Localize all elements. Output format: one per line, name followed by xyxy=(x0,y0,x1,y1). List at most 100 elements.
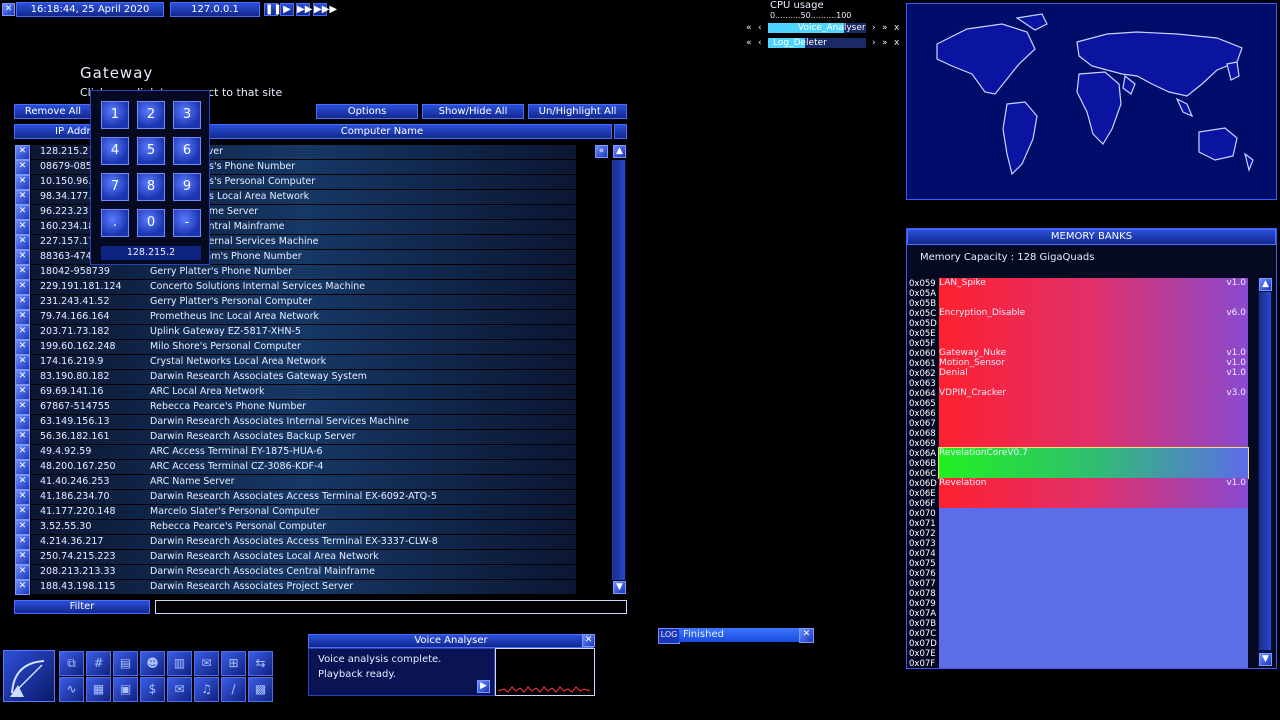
memory-scrollbar-thumb[interactable] xyxy=(1259,292,1271,650)
link-row[interactable]: ✕ 41.186.234.70 Darwin Research Associates… xyxy=(14,490,579,505)
memory-segment[interactable]: Motion_Sensor v1.0 xyxy=(939,358,1248,368)
delete-link-icon[interactable]: ✕ xyxy=(15,460,30,475)
keypad-key[interactable]: 7 xyxy=(101,173,129,201)
delete-link-icon[interactable]: ✕ xyxy=(15,205,30,220)
kill-process-button[interactable]: x xyxy=(894,38,899,48)
play-button[interactable]: ▶ xyxy=(280,3,294,16)
delete-link-icon[interactable]: ✕ xyxy=(15,445,30,460)
link-row[interactable]: ✕ 229.191.181.124 Concerto Solutions Inter… xyxy=(14,280,579,295)
unhighlight-all-button[interactable]: Un/Highlight All xyxy=(528,104,627,119)
memory-segment[interactable]: Gateway_Nuke v1.0 xyxy=(939,348,1248,358)
link-row[interactable]: ✕ 3.52.55.30 Rebecca Pearce's Personal Com… xyxy=(14,520,579,535)
delete-link-icon[interactable]: ✕ xyxy=(15,175,30,190)
speed-up-button[interactable]: » xyxy=(882,38,888,48)
delete-link-icon[interactable]: ✕ xyxy=(15,250,30,265)
link-row[interactable]: ✕ 188.43.198.115 Darwin Research Associate… xyxy=(14,580,579,595)
keypad-key[interactable]: - xyxy=(173,209,201,237)
memory-segment[interactable]: Encryption_Disable v6.0 xyxy=(939,308,1248,348)
satellite-dish-icon[interactable] xyxy=(3,650,55,702)
doc-icon[interactable]: ▦ xyxy=(86,677,111,702)
delete-link-icon[interactable]: ✕ xyxy=(15,325,30,340)
arrows-icon[interactable]: ⇆ xyxy=(248,651,273,676)
memory-segment[interactable]: RevelationCoreV0.7 xyxy=(938,447,1249,479)
link-row[interactable]: ✕ 250.74.215.223 Darwin Research Associate… xyxy=(14,550,579,565)
slow-down-button[interactable]: « xyxy=(746,23,752,33)
delete-link-icon[interactable]: ✕ xyxy=(15,340,30,355)
delete-link-icon[interactable]: ✕ xyxy=(15,550,30,565)
increase-button[interactable]: › xyxy=(872,23,876,33)
delete-link-icon[interactable]: ✕ xyxy=(15,505,30,520)
link-row[interactable]: ✕ 63.149.156.13 Darwin Research Associates… xyxy=(14,415,579,430)
person-icon[interactable]: ☻ xyxy=(140,651,165,676)
delete-link-icon[interactable]: ✕ xyxy=(15,160,30,175)
delete-link-icon[interactable]: ✕ xyxy=(15,145,30,160)
memory-segment[interactable]: LAN_Spike v1.0 xyxy=(939,278,1248,308)
memory-scrollbar[interactable] xyxy=(1258,278,1272,666)
link-row[interactable]: ✕ 174.16.219.9 Crystal Networks Local Area… xyxy=(14,355,579,370)
show-hide-all-button[interactable]: Show/Hide All xyxy=(422,104,524,119)
link-row[interactable]: ✕ 69.69.141.16 ARC Local Area Network xyxy=(14,385,579,400)
delete-link-icon[interactable]: ✕ xyxy=(15,355,30,370)
link-row[interactable]: ✕ 208.213.213.33 Darwin Research Associate… xyxy=(14,565,579,580)
keypad-key[interactable]: 8 xyxy=(137,173,165,201)
delete-link-icon[interactable]: ✕ xyxy=(15,490,30,505)
keypad-key[interactable]: 5 xyxy=(137,137,165,165)
link-row[interactable]: ✕ 49.4.92.59 ARC Access Terminal EY-1875-H… xyxy=(14,445,579,460)
increase-button[interactable]: › xyxy=(872,38,876,48)
delete-link-icon[interactable]: ✕ xyxy=(15,265,30,280)
scrollbar-thumb[interactable] xyxy=(613,160,625,580)
link-row[interactable]: ✕ 41.177.220.148 Marcelo Slater's Personal… xyxy=(14,505,579,520)
link-row[interactable]: ✕ 199.60.162.248 Milo Shore's Personal Com… xyxy=(14,340,579,355)
link-row[interactable]: ✕ 203.71.73.182 Uplink Gateway EZ-5817-XHN… xyxy=(14,325,579,340)
mail-icon[interactable]: ✉ xyxy=(194,651,219,676)
network-icon[interactable]: ⊞ xyxy=(221,651,246,676)
server-icon[interactable]: ▩ xyxy=(248,677,273,702)
keypad-key[interactable]: 9 xyxy=(173,173,201,201)
delete-link-icon[interactable]: ✕ xyxy=(15,280,30,295)
link-row[interactable]: ✕ 56.36.182.161 Darwin Research Associates… xyxy=(14,430,579,445)
delete-link-icon[interactable]: ✕ xyxy=(15,580,30,595)
world-map[interactable] xyxy=(906,3,1277,200)
delete-link-icon[interactable]: ✕ xyxy=(15,475,30,490)
memory-segment[interactable]: VDPIN_Cracker v3.0 xyxy=(939,388,1248,448)
slow-down-button[interactable]: « xyxy=(746,38,752,48)
link-row[interactable]: ✕ 231.243.41.52 Gerry Platter's Personal C… xyxy=(14,295,579,310)
link-row[interactable]: ✕ 79.74.166.164 Prometheus Inc Local Area … xyxy=(14,310,579,325)
skip-button[interactable]: ▶▶▶ xyxy=(313,3,337,16)
keypad-key[interactable]: 1 xyxy=(101,101,129,129)
keypad-key[interactable]: 6 xyxy=(173,137,201,165)
hash-icon[interactable]: # xyxy=(86,651,111,676)
delete-link-icon[interactable]: ✕ xyxy=(15,535,30,550)
delete-link-icon[interactable]: ✕ xyxy=(15,220,30,235)
music-icon[interactable]: ♫ xyxy=(194,677,219,702)
wave-icon[interactable]: ∿ xyxy=(59,677,84,702)
envelope-icon[interactable]: ✉ xyxy=(167,677,192,702)
kill-process-button[interactable]: x xyxy=(894,23,899,33)
column-header-name[interactable]: Computer Name xyxy=(152,124,612,139)
voice-analyser-close-icon[interactable]: ✕ xyxy=(582,634,595,647)
link-row[interactable]: ✕ 83.190.80.182 Darwin Research Associates… xyxy=(14,370,579,385)
link-row[interactable]: ✕ 4.214.36.217 Darwin Research Associates … xyxy=(14,535,579,550)
voice-play-icon[interactable]: ▶ xyxy=(477,680,490,693)
decrease-button[interactable]: ‹ xyxy=(758,23,762,33)
delete-link-icon[interactable]: ✕ xyxy=(15,370,30,385)
memory-scroll-down-icon[interactable]: ▼ xyxy=(1259,653,1272,666)
delete-link-icon[interactable]: ✕ xyxy=(15,310,30,325)
keypad-key[interactable]: 3 xyxy=(173,101,201,129)
delete-link-icon[interactable]: ✕ xyxy=(15,415,30,430)
fast-forward-button[interactable]: ▶▶ xyxy=(296,3,312,16)
delete-link-icon[interactable]: ✕ xyxy=(15,295,30,310)
book-icon[interactable]: ▤ xyxy=(113,651,138,676)
collapse-icon[interactable]: « xyxy=(595,145,608,158)
dollar-icon[interactable]: $ xyxy=(140,677,165,702)
keypad-key[interactable]: 4 xyxy=(101,137,129,165)
memory-segment[interactable]: Revelation v1.0 xyxy=(939,478,1248,508)
delete-link-icon[interactable]: ✕ xyxy=(15,430,30,445)
delete-link-icon[interactable]: ✕ xyxy=(15,565,30,580)
keypad-key[interactable]: 2 xyxy=(137,101,165,129)
slash-icon[interactable]: / xyxy=(221,677,246,702)
delete-link-icon[interactable]: ✕ xyxy=(15,385,30,400)
pause-button[interactable]: ❚❚ xyxy=(264,3,282,16)
decrease-button[interactable]: ‹ xyxy=(758,38,762,48)
link-row[interactable]: ✕ 67867-514755 Rebecca Pearce's Phone Numb… xyxy=(14,400,579,415)
